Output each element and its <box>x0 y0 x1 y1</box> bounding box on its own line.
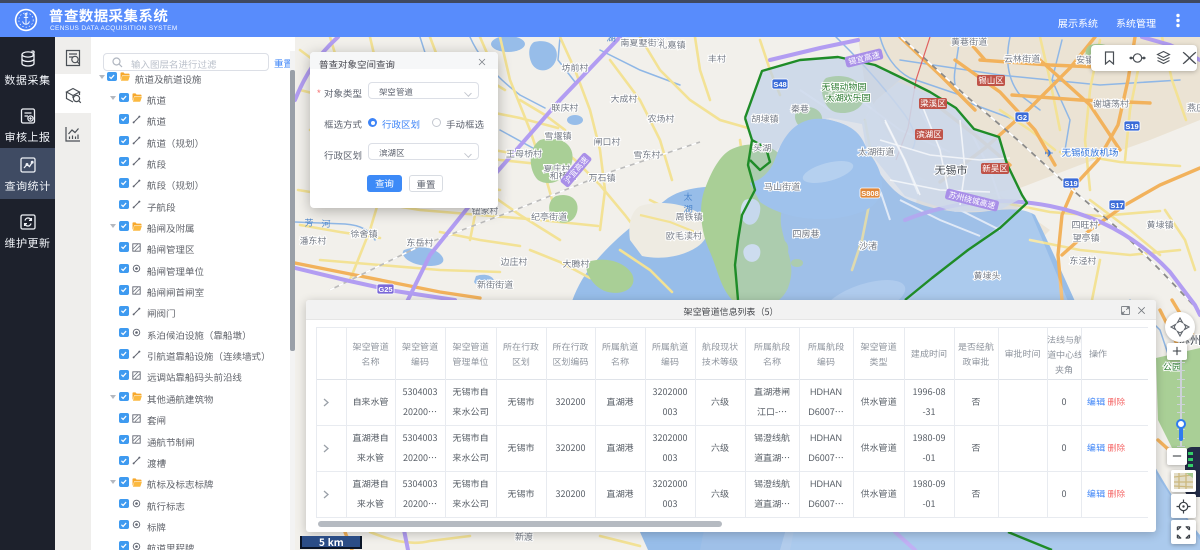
svg-text:燕庄: 燕庄 <box>1187 101 1200 114</box>
svg-text:S808: S808 <box>861 189 879 198</box>
svg-text:S48: S48 <box>773 80 786 89</box>
svg-text:秦巷: 秦巷 <box>791 102 809 115</box>
svg-text:丰村: 丰村 <box>708 52 726 65</box>
svg-text:万石镇: 万石镇 <box>588 171 615 184</box>
svg-text:联庆村: 联庆村 <box>551 101 578 114</box>
svg-text:✈: ✈ <box>1044 145 1053 161</box>
svg-text:雪东村: 雪东村 <box>633 148 660 161</box>
svg-text:G25: G25 <box>378 285 392 294</box>
svg-text:胡埭镇: 胡埭镇 <box>751 112 778 125</box>
svg-text:梁溪区: 梁溪区 <box>920 98 946 110</box>
svg-text:黄埭头: 黄埭头 <box>973 269 1000 282</box>
svg-text:黄埭镇: 黄埭镇 <box>1146 218 1173 231</box>
svg-text:湖: 湖 <box>683 202 692 215</box>
svg-text:新街街道: 新街街道 <box>477 278 513 291</box>
svg-text:东泾村: 东泾村 <box>1069 254 1096 267</box>
svg-text:湖: 湖 <box>606 37 615 44</box>
svg-text:G2: G2 <box>1017 113 1027 122</box>
svg-text:雪堰镇: 雪堰镇 <box>544 129 571 142</box>
svg-text:滨湖区: 滨湖区 <box>916 129 942 141</box>
svg-text:无锡市: 无锡市 <box>935 162 968 178</box>
svg-text:四房巷: 四房巷 <box>792 227 819 240</box>
svg-text:新吴区: 新吴区 <box>982 163 1008 175</box>
svg-text:边庄村: 边庄村 <box>499 255 527 268</box>
svg-text:头湖: 头湖 <box>753 141 771 154</box>
svg-text:太湖欢乐园: 太湖欢乐园 <box>825 91 870 104</box>
svg-text:礼嘉镇: 礼嘉镇 <box>658 38 685 51</box>
svg-text:S19: S19 <box>1125 122 1138 131</box>
svg-text:S19: S19 <box>1064 179 1077 188</box>
svg-text:欧毛渎村: 欧毛渎村 <box>666 229 702 242</box>
svg-text:徐舍镇: 徐舍镇 <box>349 227 377 240</box>
svg-text:纪亭街道: 纪亭街道 <box>531 210 567 223</box>
svg-text:大腾村: 大腾村 <box>562 257 589 270</box>
svg-text:大成村: 大成村 <box>610 92 637 105</box>
svg-text:无锡硕放机场: 无锡硕放机场 <box>1061 145 1118 159</box>
svg-text:闸口村: 闸口村 <box>593 135 620 148</box>
svg-text:沙渚: 沙渚 <box>859 239 877 252</box>
svg-text:太湖街道: 太湖街道 <box>858 145 894 158</box>
svg-text:东岳村: 东岳村 <box>406 236 433 249</box>
svg-text:锡山区: 锡山区 <box>978 75 1004 87</box>
svg-text:四旺村: 四旺村 <box>1071 218 1098 231</box>
svg-text:坊前村: 坊前村 <box>560 61 588 74</box>
svg-text:云林街道: 云林街道 <box>1004 52 1040 65</box>
svg-text:马山街道: 马山街道 <box>764 180 800 193</box>
svg-text:河: 河 <box>321 217 330 230</box>
svg-text:王母桥村: 王母桥村 <box>506 147 542 160</box>
svg-text:谢塘荡村: 谢塘荡村 <box>1093 97 1129 110</box>
svg-text:黄巷街道: 黄巷街道 <box>951 37 987 48</box>
svg-text:农场村: 农场村 <box>647 112 674 125</box>
svg-text:芳: 芳 <box>304 216 313 229</box>
svg-text:潘东村: 潘东村 <box>299 234 326 247</box>
svg-text:望亭镇: 望亭镇 <box>1072 231 1099 244</box>
svg-text:S17: S17 <box>1110 201 1123 210</box>
